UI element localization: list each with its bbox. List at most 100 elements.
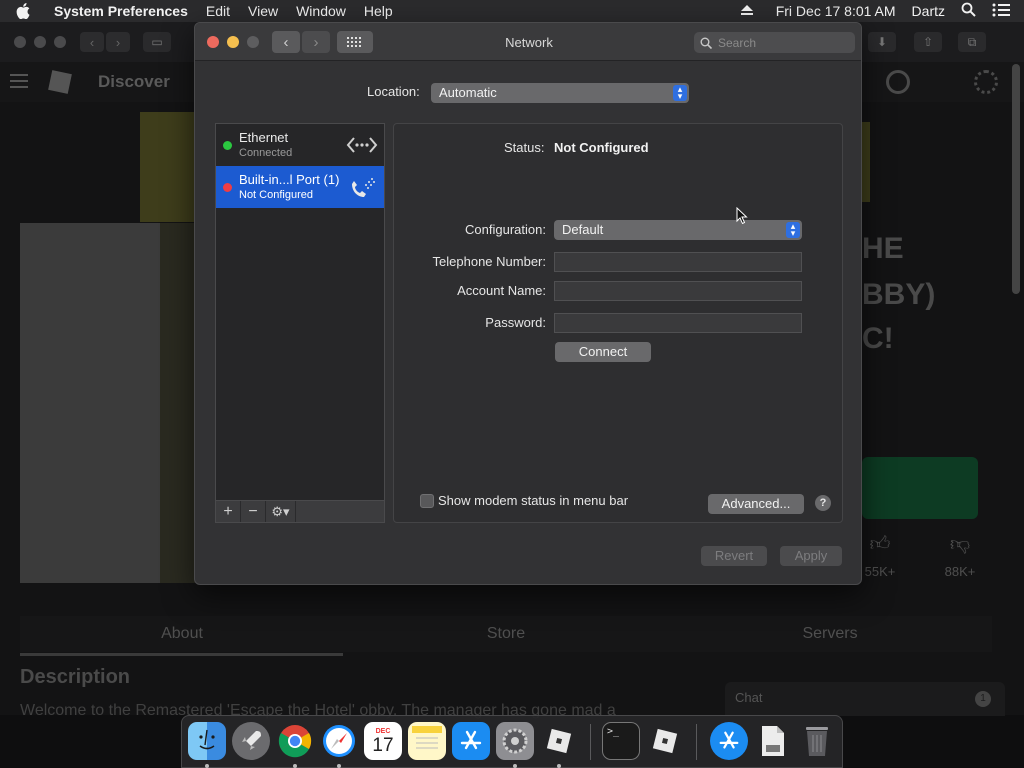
- dock-separator: [696, 724, 697, 760]
- safari-compass-icon[interactable]: [320, 722, 358, 768]
- trash-icon[interactable]: [798, 722, 836, 760]
- browser-share-icon[interactable]: ⇧: [914, 32, 942, 52]
- service-name: Built-in...l Port (1): [239, 172, 340, 187]
- menu-help[interactable]: Help: [355, 3, 402, 19]
- chat-label: Chat: [735, 690, 763, 705]
- chrome-browser-icon[interactable]: [276, 722, 314, 768]
- app-store-downloads-icon[interactable]: [710, 722, 748, 760]
- browser-scrollbar[interactable]: [1012, 64, 1020, 294]
- spotlight-search-icon[interactable]: [953, 2, 984, 20]
- browser-back-icon[interactable]: ‹: [80, 32, 104, 52]
- location-value: Automatic: [439, 85, 497, 100]
- password-label: Password:: [485, 315, 546, 330]
- configuration-popup[interactable]: Default ▴ ▾: [554, 220, 802, 240]
- popup-stepper-icon: ▴ ▾: [786, 222, 800, 238]
- finder-icon[interactable]: [188, 722, 226, 768]
- service-list-toolbar: + − ⚙︎▾: [215, 501, 385, 523]
- system-preferences-gear-icon[interactable]: [496, 722, 534, 768]
- configuration-value: Default: [562, 222, 604, 237]
- browser-traffic-lights: [14, 36, 66, 48]
- chat-badge: 1: [975, 691, 991, 707]
- roblox-logo-icon[interactable]: [48, 70, 72, 94]
- game-banner-image: [140, 112, 200, 222]
- service-detail-panel: Status: Not Configured Configuration: De…: [393, 123, 843, 523]
- menu-app-name[interactable]: System Preferences: [46, 3, 197, 19]
- menu-view[interactable]: View: [239, 3, 287, 19]
- menu-clock[interactable]: Fri Dec 17 8:01 AM: [762, 3, 904, 19]
- game-title-line-2: BBY): [862, 278, 936, 311]
- window-titlebar: ‹ › Network: [195, 23, 861, 61]
- apply-button[interactable]: Apply: [780, 546, 842, 566]
- document-file-icon[interactable]: [754, 722, 792, 760]
- show-modem-status-label: Show modem status in menu bar: [438, 493, 629, 508]
- connect-button[interactable]: Connect: [555, 342, 651, 362]
- service-actions-gear-icon[interactable]: ⚙︎▾: [266, 501, 296, 522]
- remove-service-button[interactable]: −: [241, 501, 266, 522]
- add-service-button[interactable]: +: [216, 501, 241, 522]
- popup-stepper-icon: ▴ ▾: [673, 85, 687, 101]
- menu-user[interactable]: Dartz: [904, 3, 953, 19]
- robux-icon[interactable]: [886, 70, 910, 94]
- account-name-field[interactable]: [554, 281, 802, 301]
- telephone-number-label: Telephone Number:: [432, 254, 546, 269]
- thumbs-down-icon: 👎︎: [949, 533, 971, 555]
- tab-servers[interactable]: Servers: [668, 616, 992, 652]
- site-discover-link[interactable]: Discover: [98, 72, 170, 92]
- menu-edit[interactable]: Edit: [197, 3, 239, 19]
- status-dot-not-configured: [223, 183, 232, 192]
- revert-button[interactable]: Revert: [701, 546, 767, 566]
- launchpad-rocket-icon[interactable]: [232, 722, 270, 760]
- service-item-builtin-port[interactable]: Built-in...l Port (1) Not Configured: [216, 166, 384, 208]
- roblox-studio-icon[interactable]: [646, 722, 684, 760]
- play-button[interactable]: [862, 457, 978, 519]
- chat-bar[interactable]: Chat 1: [725, 682, 1005, 716]
- control-center-list-icon[interactable]: [984, 3, 1024, 20]
- ethernet-icon: [346, 137, 378, 153]
- search-field[interactable]: [694, 32, 855, 53]
- calendar-icon[interactable]: DEC 17: [364, 722, 402, 760]
- apple-menu-icon[interactable]: [0, 3, 46, 19]
- thumbs-down-vote[interactable]: 👎︎ 88K+: [930, 532, 990, 579]
- game-title-line-3: C!: [862, 322, 894, 355]
- roblox-app-icon[interactable]: [540, 722, 578, 768]
- location-popup[interactable]: Automatic ▴ ▾: [431, 83, 689, 103]
- tab-about[interactable]: About: [20, 616, 344, 652]
- dock-separator: [590, 724, 591, 760]
- browser-nav-buttons: ‹ ›: [80, 32, 130, 52]
- eject-icon[interactable]: [732, 3, 762, 19]
- telephone-number-field[interactable]: [554, 252, 802, 272]
- search-input[interactable]: [718, 35, 838, 50]
- account-name-label: Account Name:: [457, 283, 546, 298]
- password-field[interactable]: [554, 313, 802, 333]
- hamburger-menu-icon[interactable]: [10, 74, 28, 92]
- game-title-line-1: HE: [862, 232, 904, 265]
- location-label: Location:: [367, 84, 420, 99]
- service-state: Connected: [239, 147, 293, 159]
- status-dot-connected: [223, 141, 232, 150]
- service-state: Not Configured: [239, 189, 313, 201]
- tab-store[interactable]: Store: [344, 616, 668, 652]
- browser-forward-icon[interactable]: ›: [106, 32, 130, 52]
- service-item-ethernet[interactable]: Ethernet Connected: [216, 124, 384, 166]
- terminal-icon[interactable]: >_: [602, 722, 640, 760]
- mouse-pointer-icon: [736, 207, 748, 225]
- advanced-button[interactable]: Advanced...: [708, 494, 804, 514]
- notes-icon[interactable]: [408, 722, 446, 760]
- browser-sidebar-icon[interactable]: ▭: [143, 32, 171, 52]
- app-store-icon[interactable]: [452, 722, 490, 760]
- dock: DEC 17 >_: [181, 715, 843, 768]
- network-preferences-window: ‹ › Network Location: Automatic ▴▾ Eth: [194, 22, 862, 585]
- search-icon: [700, 37, 712, 49]
- browser-download-icon[interactable]: ⬇: [868, 32, 896, 52]
- menu-window[interactable]: Window: [287, 3, 355, 19]
- description-heading: Description: [20, 666, 131, 688]
- settings-gear-icon[interactable]: [974, 70, 998, 94]
- configuration-label: Configuration:: [465, 222, 546, 237]
- help-icon[interactable]: ?: [815, 495, 831, 511]
- status-label: Status:: [504, 140, 545, 155]
- show-modem-status-checkbox[interactable]: [420, 494, 434, 508]
- game-tabs: About Store Servers: [20, 616, 992, 656]
- browser-tabs-icon[interactable]: ⧉: [958, 32, 986, 52]
- menu-bar: System Preferences Edit View Window Help…: [0, 0, 1024, 22]
- phone-modem-icon: [352, 178, 375, 197]
